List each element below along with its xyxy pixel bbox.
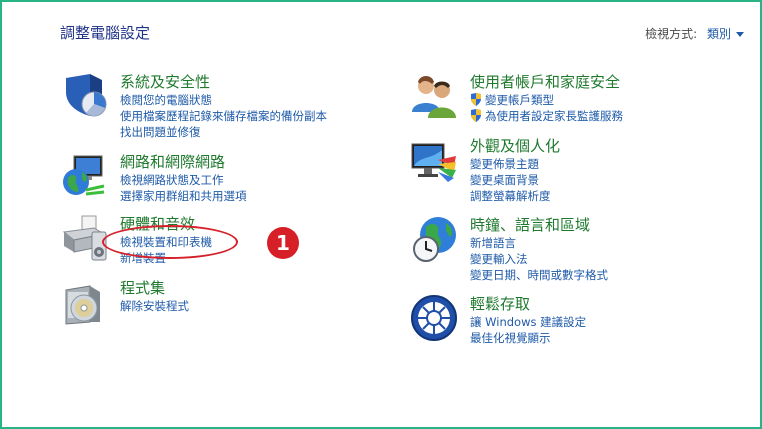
link-review-computer-status[interactable]: 檢閱您的電腦狀態 [120, 92, 327, 108]
view-by-dropdown[interactable]: 類別 [707, 27, 744, 41]
page-title: 調整電腦設定 [60, 24, 151, 42]
link-change-theme[interactable]: 變更佈景主題 [470, 156, 560, 172]
network-globe-icon[interactable] [60, 152, 108, 200]
clock-globe-icon[interactable] [410, 215, 458, 263]
uac-shield-icon [471, 93, 481, 106]
category-title-clock-language-region[interactable]: 時鐘、語言和區域 [470, 215, 608, 235]
ease-of-access-icon[interactable] [410, 294, 458, 342]
view-by: 檢視方式: 類別 [645, 25, 744, 42]
users-icon[interactable] [410, 72, 458, 120]
link-homegroup-sharing[interactable]: 選擇家用群組和共用選項 [120, 188, 247, 204]
category-title-ease-of-access[interactable]: 輕鬆存取 [470, 294, 586, 314]
link-uninstall-program[interactable]: 解除安裝程式 [120, 298, 189, 314]
link-find-fix-problems[interactable]: 找出問題並修復 [120, 124, 327, 140]
category-title-appearance[interactable]: 外觀及個人化 [470, 136, 560, 156]
link-parental-controls-label: 為使用者設定家長監護服務 [485, 109, 623, 123]
highlight-ellipse [102, 225, 238, 259]
link-optimize-visual-display[interactable]: 最佳化視覺顯示 [470, 330, 586, 346]
link-file-history-backup[interactable]: 使用檔案歷程記錄來儲存檔案的備份副本 [120, 108, 327, 124]
category-title-programs[interactable]: 程式集 [120, 278, 189, 298]
link-change-account-type-label: 變更帳戶類型 [485, 93, 554, 107]
link-adjust-resolution[interactable]: 調整螢幕解析度 [470, 188, 560, 204]
category-title-system-security[interactable]: 系統及安全性 [120, 72, 327, 92]
link-change-desktop-background[interactable]: 變更桌面背景 [470, 172, 560, 188]
shield-icon[interactable] [60, 72, 108, 120]
link-change-account-type[interactable]: 變更帳戶類型 [470, 92, 623, 108]
chevron-down-icon [736, 32, 744, 37]
category-title-user-accounts[interactable]: 使用者帳戶和家庭安全 [470, 72, 623, 92]
view-by-label: 檢視方式: [645, 27, 698, 41]
programs-box-icon[interactable] [60, 278, 108, 326]
link-change-date-time-format[interactable]: 變更日期、時間或數字格式 [470, 267, 608, 283]
link-change-input-method[interactable]: 變更輸入法 [470, 251, 608, 267]
view-by-value: 類別 [706, 27, 731, 41]
personalization-monitor-icon[interactable] [410, 136, 458, 184]
link-view-network-status[interactable]: 檢視網路狀態及工作 [120, 172, 247, 188]
link-add-language[interactable]: 新增語言 [470, 235, 608, 251]
uac-shield-icon [471, 109, 481, 122]
step-number-badge: 1 [267, 227, 299, 259]
control-panel-window: 調整電腦設定 檢視方式: 類別 系統及安全性 檢閱您的電腦狀態 使用檔案歷程記錄… [0, 0, 762, 429]
link-parental-controls[interactable]: 為使用者設定家長監護服務 [470, 108, 623, 124]
printer-icon[interactable] [60, 214, 108, 262]
link-let-windows-suggest[interactable]: 讓 Windows 建議設定 [470, 314, 586, 330]
category-title-network-internet[interactable]: 網路和網際網路 [120, 152, 247, 172]
